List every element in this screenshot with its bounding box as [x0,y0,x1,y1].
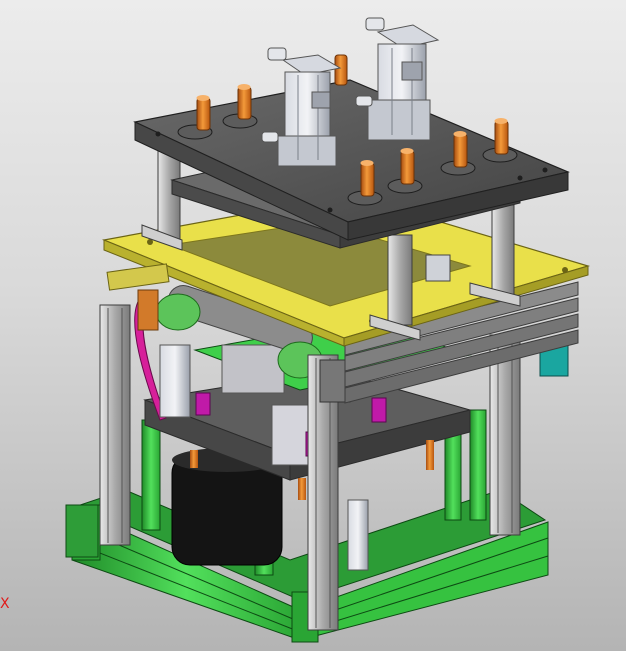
pin-2 [237,86,252,120]
side-cylinder [159,344,191,418]
lower-pin-3 [426,440,434,470]
upper-post-2 [387,234,413,326]
pin-7 [494,120,509,155]
lower-pin-2 [298,478,306,500]
pneumatic-cylinder-right[interactable] [355,17,440,141]
pin-5 [400,150,415,185]
axis-triad-x-label: X [0,596,10,612]
pin-3 [334,54,348,86]
yellow-side-bar [106,263,170,291]
upper-post-3 [491,204,515,296]
magenta-bushing-1 [195,392,211,416]
roller-end-left [155,293,201,331]
lower-pin-1 [190,450,198,468]
pin-6 [453,133,468,168]
cad-model-render[interactable] [0,0,626,651]
magenta-bushing-2 [371,397,387,423]
green-upright-4 [469,409,487,521]
cylinder-fitting-right [365,17,385,31]
post-end-cap-2 [65,504,99,558]
pin-4 [360,162,375,197]
cad-viewport[interactable]: X [0,0,626,651]
cylinder-fitting-left [267,47,287,61]
lower-cylinder [347,499,369,571]
green-upright-1 [141,419,161,531]
post-back-left [99,304,131,546]
pin-1 [196,97,211,131]
sensor-block [425,254,451,282]
